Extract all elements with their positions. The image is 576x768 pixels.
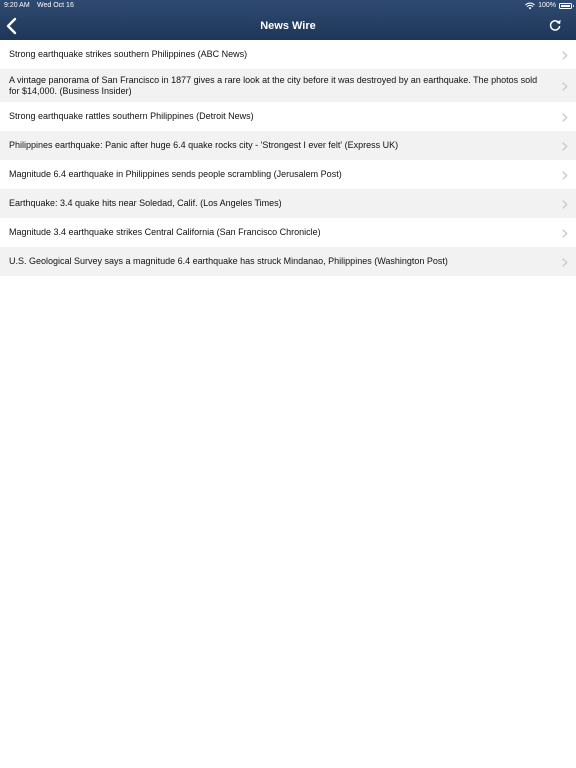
nav-bar: News Wire (0, 12, 576, 40)
news-item[interactable]: Earthquake: 3.4 quake hits near Soledad,… (0, 189, 576, 218)
news-item[interactable]: Strong earthquake rattles southern Phili… (0, 102, 576, 131)
chevron-right-icon (562, 50, 568, 60)
status-bar: 9:20 AM Wed Oct 16 100% (0, 0, 576, 12)
news-headline: A vintage panorama of San Francisco in 1… (9, 74, 538, 96)
chevron-right-icon (562, 199, 568, 209)
news-item[interactable]: Strong earthquake strikes southern Phili… (0, 40, 576, 69)
news-item[interactable]: A vintage panorama of San Francisco in 1… (0, 69, 576, 102)
chevron-right-icon (562, 170, 568, 180)
wifi-icon (525, 2, 535, 10)
top-bar: 9:20 AM Wed Oct 16 100% News Wire (0, 0, 576, 40)
news-headline: Strong earthquake strikes southern Phili… (9, 49, 248, 59)
refresh-button[interactable] (548, 18, 562, 32)
battery-fill (561, 5, 570, 7)
news-headline: Magnitude 6.4 earthquake in Philippines … (9, 169, 342, 179)
battery-percentage: 100% (538, 2, 556, 9)
news-item[interactable]: Magnitude 6.4 earthquake in Philippines … (0, 160, 576, 189)
status-time: 9:20 AM (4, 2, 30, 9)
chevron-right-icon (562, 81, 568, 91)
chevron-right-icon (562, 257, 568, 267)
refresh-icon (549, 19, 561, 31)
battery-icon (559, 3, 574, 9)
news-headline: U.S. Geological Survey says a magnitude … (9, 256, 448, 266)
status-date: Wed Oct 16 (37, 2, 74, 9)
news-headline: Strong earthquake rattles southern Phili… (9, 111, 254, 121)
news-headline: Earthquake: 3.4 quake hits near Soledad,… (9, 198, 282, 208)
news-item[interactable]: Philippines earthquake: Panic after huge… (0, 131, 576, 160)
news-item[interactable]: U.S. Geological Survey says a magnitude … (0, 247, 576, 276)
status-indicators: 100% (525, 0, 574, 12)
chevron-right-icon (562, 141, 568, 151)
page-title: News Wire (260, 20, 316, 32)
chevron-right-icon (562, 228, 568, 238)
news-item[interactable]: Magnitude 3.4 earthquake strikes Central… (0, 218, 576, 247)
news-list: Strong earthquake strikes southern Phili… (0, 40, 576, 276)
news-headline: Magnitude 3.4 earthquake strikes Central… (9, 227, 321, 237)
news-headline: Philippines earthquake: Panic after huge… (9, 140, 399, 150)
chevron-right-icon (562, 112, 568, 122)
